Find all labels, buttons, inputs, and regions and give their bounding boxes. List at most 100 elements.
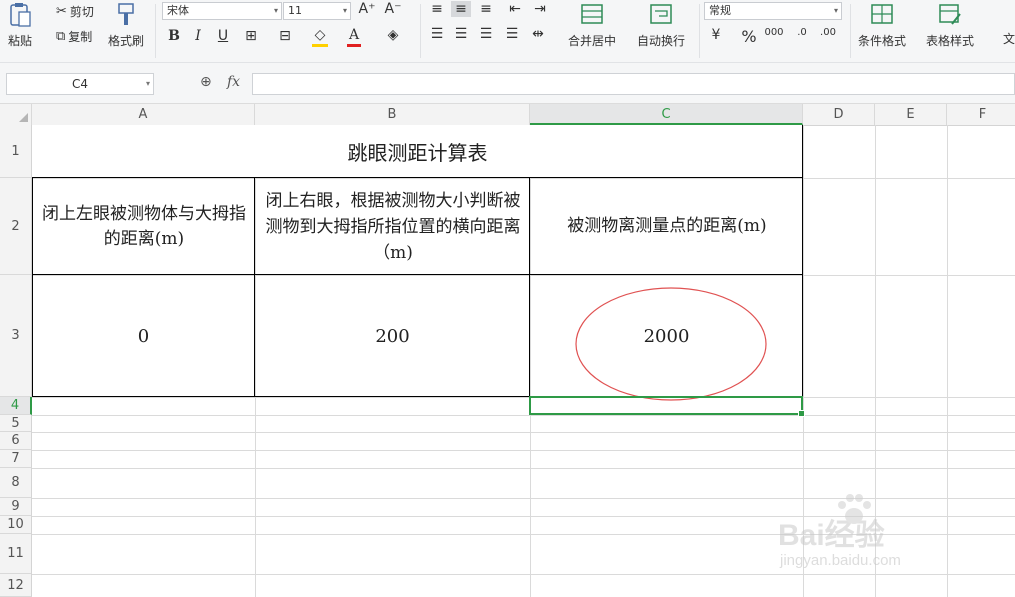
font-color-icon: A: [348, 27, 360, 43]
fill-color-swatch: [312, 44, 328, 47]
header-cell-a[interactable]: 闭上左眼被测物体与大拇指的距离(m): [36, 178, 252, 275]
indent-increase-icon: ⇥: [534, 1, 546, 17]
align-left-button[interactable]: ☰: [427, 26, 447, 42]
divider: [850, 4, 851, 58]
row-header[interactable]: 5: [0, 415, 32, 432]
fx-button[interactable]: fx: [227, 74, 240, 90]
row-header[interactable]: 9: [0, 498, 32, 516]
copy-icon: ⧉: [56, 29, 66, 44]
align-bottom-button[interactable]: ≡: [476, 1, 496, 17]
column-header-e[interactable]: E: [875, 104, 947, 125]
italic-button[interactable]: I: [188, 28, 208, 44]
currency-button[interactable]: ¥: [706, 27, 726, 43]
increase-decimal-button[interactable]: .0: [792, 27, 812, 38]
font-shrink-button[interactable]: A⁻: [383, 1, 403, 17]
fill-handle[interactable]: [798, 410, 805, 417]
chevron-down-icon: ▾: [273, 6, 278, 15]
formula-input[interactable]: [252, 73, 1015, 95]
bold-button[interactable]: B: [164, 28, 184, 44]
justify-icon: ☰: [505, 26, 519, 42]
decrease-decimal-button[interactable]: .00: [818, 27, 838, 38]
indent-increase-button[interactable]: ⇥: [530, 1, 550, 17]
header-cell-c[interactable]: 被测物离测量点的距离(m): [533, 178, 801, 275]
column-header-f[interactable]: F: [947, 104, 1015, 125]
align-middle-button[interactable]: ≡: [451, 1, 471, 17]
table-style-icon: [939, 4, 961, 25]
border-icon: ⊞: [245, 28, 257, 44]
conditional-format-button[interactable]: 条件格式: [858, 2, 906, 49]
scissors-icon: ✂: [56, 4, 67, 19]
thousands-button[interactable]: 000: [764, 27, 784, 38]
font-name-value: 宋体: [167, 4, 189, 17]
align-center-button[interactable]: ☰: [451, 26, 471, 42]
row-header[interactable]: 3: [0, 275, 32, 397]
table-title-cell[interactable]: 跳眼测距计算表: [32, 125, 803, 178]
row-header[interactable]: 12: [0, 574, 32, 597]
merge-center-label: 合并居中: [568, 34, 617, 48]
italic-icon: I: [195, 28, 201, 44]
row-header[interactable]: 1: [0, 125, 32, 178]
fill-style-icon: ⊟: [279, 28, 291, 44]
font-grow-icon: A⁺: [358, 1, 376, 17]
column-header-a[interactable]: A: [32, 104, 255, 125]
paste-button[interactable]: 粘贴: [8, 2, 32, 49]
wrap-text-button[interactable]: 自动换行: [637, 2, 685, 49]
row-header-active[interactable]: 4: [0, 397, 32, 415]
column-header-b[interactable]: B: [255, 104, 530, 125]
row-header[interactable]: 10: [0, 516, 32, 534]
select-all-corner[interactable]: [0, 104, 32, 125]
fill-color-button[interactable]: ◇: [310, 27, 330, 47]
justify-button[interactable]: ☰: [502, 26, 522, 42]
font-color-button[interactable]: A: [344, 27, 364, 47]
row-header[interactable]: 11: [0, 534, 32, 574]
conditional-format-label: 条件格式: [858, 34, 907, 48]
zoom-search-icon[interactable]: ⊕: [200, 74, 212, 90]
gridline: [875, 125, 876, 597]
clear-button[interactable]: ◈: [383, 27, 403, 43]
underline-button[interactable]: U: [213, 28, 233, 44]
text-tool-button[interactable]: 文: [1003, 30, 1015, 47]
decrease-decimal-icon: .00: [820, 27, 836, 38]
align-top-button[interactable]: ≡: [427, 1, 447, 17]
divider: [155, 4, 156, 58]
font-grow-button[interactable]: A⁺: [357, 1, 377, 17]
value-cell-a[interactable]: 0: [32, 275, 255, 397]
column-header-d[interactable]: D: [803, 104, 875, 125]
align-left-icon: ☰: [430, 26, 444, 42]
merge-cells-icon: [581, 4, 603, 24]
row-header[interactable]: 6: [0, 432, 32, 450]
chevron-down-icon: ▾: [833, 6, 838, 15]
divider: [699, 4, 700, 58]
cut-button[interactable]: ✂ 剪切: [56, 3, 94, 20]
value-cell-b[interactable]: 200: [255, 275, 530, 397]
number-format-value: 常规: [709, 4, 731, 17]
copy-button[interactable]: ⧉ 复制: [56, 28, 92, 45]
indent-decrease-button[interactable]: ⇤: [505, 1, 525, 17]
border-button[interactable]: ⊞: [241, 28, 261, 44]
wrap-text-label: 自动换行: [637, 34, 686, 48]
name-box[interactable]: C4 ▾: [6, 73, 154, 95]
gridline: [32, 432, 1015, 433]
column-headers: A B C D E F: [0, 104, 1015, 126]
percent-button[interactable]: %: [739, 27, 759, 46]
chevron-down-icon: ▾: [145, 79, 150, 88]
merge-center-button[interactable]: 合并居中: [568, 2, 616, 49]
fill-style-button[interactable]: ⊟: [275, 28, 295, 44]
row-header[interactable]: 8: [0, 468, 32, 498]
text-tool-label: 文: [1003, 32, 1015, 46]
gridline: [32, 415, 1015, 416]
align-right-button[interactable]: ☰: [476, 26, 496, 42]
table-style-button[interactable]: 表格样式: [926, 2, 974, 49]
format-painter-button[interactable]: 格式刷: [108, 2, 144, 49]
divider: [420, 4, 421, 58]
distributed-button[interactable]: ⇹: [528, 26, 548, 42]
row-header[interactable]: 7: [0, 450, 32, 468]
row-header[interactable]: 2: [0, 178, 32, 275]
font-size-select[interactable]: 11 ▾: [283, 2, 351, 20]
number-format-select[interactable]: 常规 ▾: [704, 2, 842, 20]
cell-selection-c4[interactable]: [529, 396, 805, 417]
font-size-value: 11: [288, 4, 302, 17]
header-cell-b[interactable]: 闭上右眼，根据被测物大小判断被测物到大拇指所指位置的横向距离（m): [260, 178, 526, 275]
font-name-select[interactable]: 宋体 ▾: [162, 2, 282, 20]
column-header-c[interactable]: C: [530, 104, 803, 125]
